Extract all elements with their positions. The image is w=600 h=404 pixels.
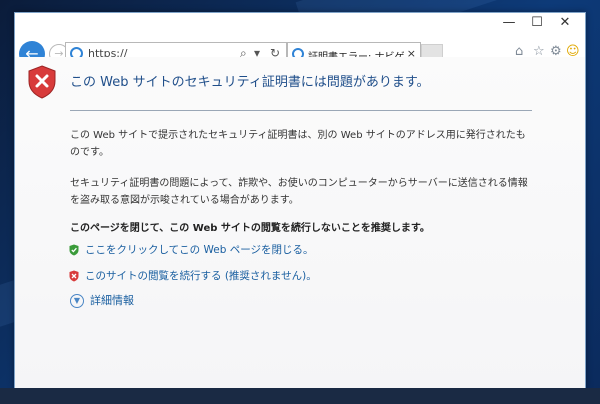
minimize-button[interactable]: — [495, 15, 523, 31]
more-info-toggle[interactable]: ▼ 詳細情報 [70, 292, 134, 308]
browser-window: — ☐ ✕ ← → https:// ⌕ ▾ ↻ 証明書エラー: ナビゲーション… [14, 12, 586, 390]
error-description: この Web サイトで提示されたセキュリティ証明書は、別の Web サイトのアド… [70, 130, 526, 158]
red-shield-icon [69, 270, 79, 282]
chevron-down-icon: ▼ [70, 294, 84, 308]
green-shield-icon [69, 244, 79, 256]
close-window-button[interactable]: ✕ [551, 15, 579, 31]
error-page: この Web サイトのセキュリティ証明書には問題があります。 この Web サイ… [15, 57, 585, 389]
close-page-link[interactable]: ここをクリックしてこの Web ページを閉じる。 [69, 242, 314, 257]
continue-site-link[interactable]: このサイトの閲覧を続行する (推奨されません)。 [69, 268, 317, 283]
error-shield-icon [28, 65, 56, 99]
page-title: この Web サイトのセキュリティ証明書には問題があります。 [70, 75, 430, 90]
divider [70, 110, 532, 111]
close-page-link-label[interactable]: ここをクリックしてこの Web ページを閉じる。 [85, 244, 314, 256]
continue-site-link-label[interactable]: このサイトの閲覧を続行する (推奨されません)。 [85, 270, 317, 282]
title-bar: — ☐ ✕ [15, 13, 585, 35]
more-info-label[interactable]: 詳細情報 [90, 294, 134, 307]
maximize-button[interactable]: ☐ [523, 15, 551, 31]
taskbar [0, 388, 600, 404]
error-warning: セキュリティ証明書の問題によって、詐欺や、お使いのコンピューターからサーバーに送… [70, 178, 528, 206]
recommendation-text: このページを閉じて、この Web サイトの閲覧を続行しないことを推奨します。 [70, 223, 430, 234]
